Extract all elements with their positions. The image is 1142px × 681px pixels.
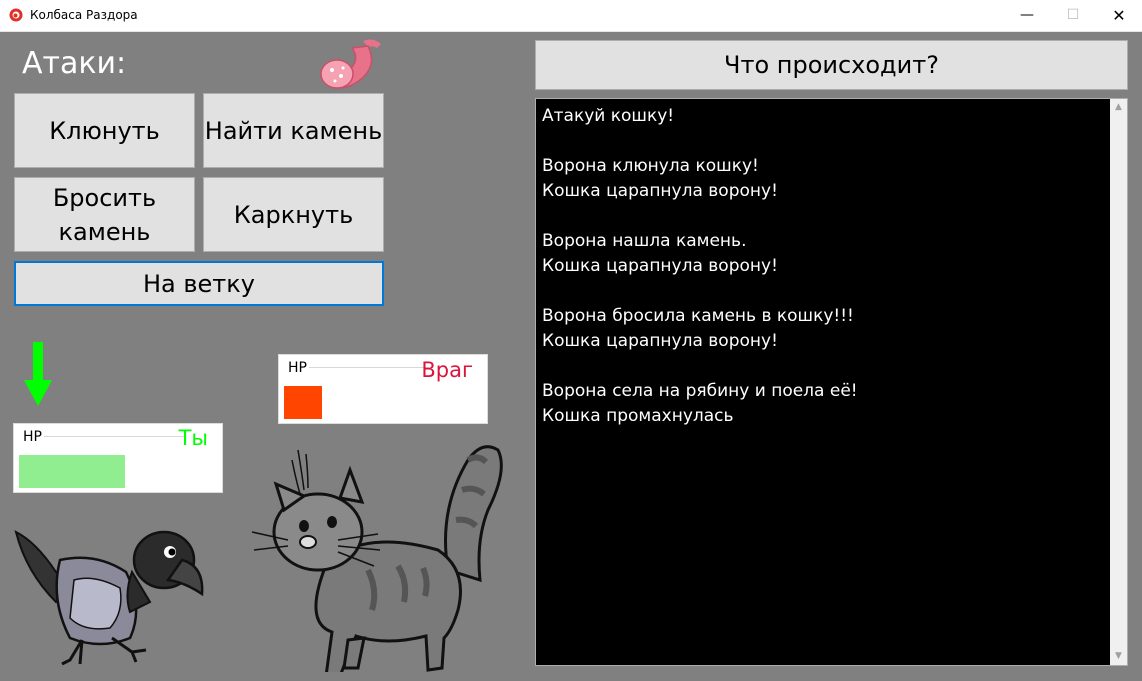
log-line: Ворона клюнула кошку!: [542, 156, 759, 176]
log-line: Ворона бросила камень в кошку!!!: [542, 306, 854, 326]
peck-button[interactable]: Клюнуть: [14, 93, 195, 168]
crow-sprite: [14, 530, 204, 666]
player-name: Ты: [178, 426, 208, 450]
log-scrollbar[interactable]: ▲ ▼: [1110, 99, 1127, 665]
sausage-icon: [320, 39, 381, 89]
enemy-hp-label: HP: [288, 360, 307, 376]
log-line: Атакуй кошку!: [542, 106, 675, 126]
enemy-hp-panel: HP Враг: [278, 354, 488, 424]
maximize-button[interactable]: ☐: [1050, 0, 1096, 31]
log-line: Кошка промахнулась: [542, 406, 734, 426]
enemy-name: Враг: [421, 358, 473, 382]
minimize-button[interactable]: —: [1004, 0, 1050, 31]
find-stone-button[interactable]: Найти камень: [203, 93, 384, 168]
throw-stone-label-line2: камень: [58, 217, 151, 246]
battle-log-lines: Атакуй кошку! Ворона клюнула кошку! Кошка …: [542, 104, 1102, 429]
log-title: Что происходит?: [535, 40, 1128, 90]
player-hp-panel: HP Ты: [13, 423, 223, 493]
enemy-hp-divider: [309, 367, 429, 368]
player-hp-label: HP: [23, 429, 42, 445]
scroll-up-arrow-icon[interactable]: ▲: [1110, 99, 1127, 116]
log-line: Кошка царапнула ворону!: [542, 331, 778, 351]
attacks-title: Атаки:: [22, 46, 127, 81]
enemy-hp-bar: [284, 386, 322, 419]
to-branch-button[interactable]: На ветку: [14, 261, 384, 306]
window-title: Колбаса Раздора: [30, 8, 138, 22]
scroll-down-arrow-icon[interactable]: ▼: [1110, 648, 1127, 665]
player-hp-bar: [19, 455, 126, 488]
throw-stone-label-line1: Бросить: [52, 183, 157, 212]
window-titlebar: Колбаса Раздора — ☐ ✕: [0, 0, 1142, 32]
log-line: Кошка царапнула ворону!: [542, 181, 778, 201]
log-line: Ворона села на рябину и поела её!: [542, 381, 858, 401]
log-line: Кошка царапнула ворону!: [542, 256, 778, 276]
turn-arrow-icon: [24, 342, 52, 406]
app-icon: [9, 8, 23, 22]
battle-log[interactable]: Атакуй кошку! Ворона клюнула кошку! Кошка …: [535, 98, 1128, 666]
close-button[interactable]: ✕: [1096, 0, 1142, 31]
log-line: Ворона нашла камень.: [542, 231, 747, 251]
cat-sprite: [251, 445, 503, 672]
player-hp-divider: [44, 436, 184, 437]
caw-button[interactable]: Каркнуть: [203, 177, 384, 252]
throw-stone-button[interactable]: Бросить камень: [14, 177, 195, 252]
